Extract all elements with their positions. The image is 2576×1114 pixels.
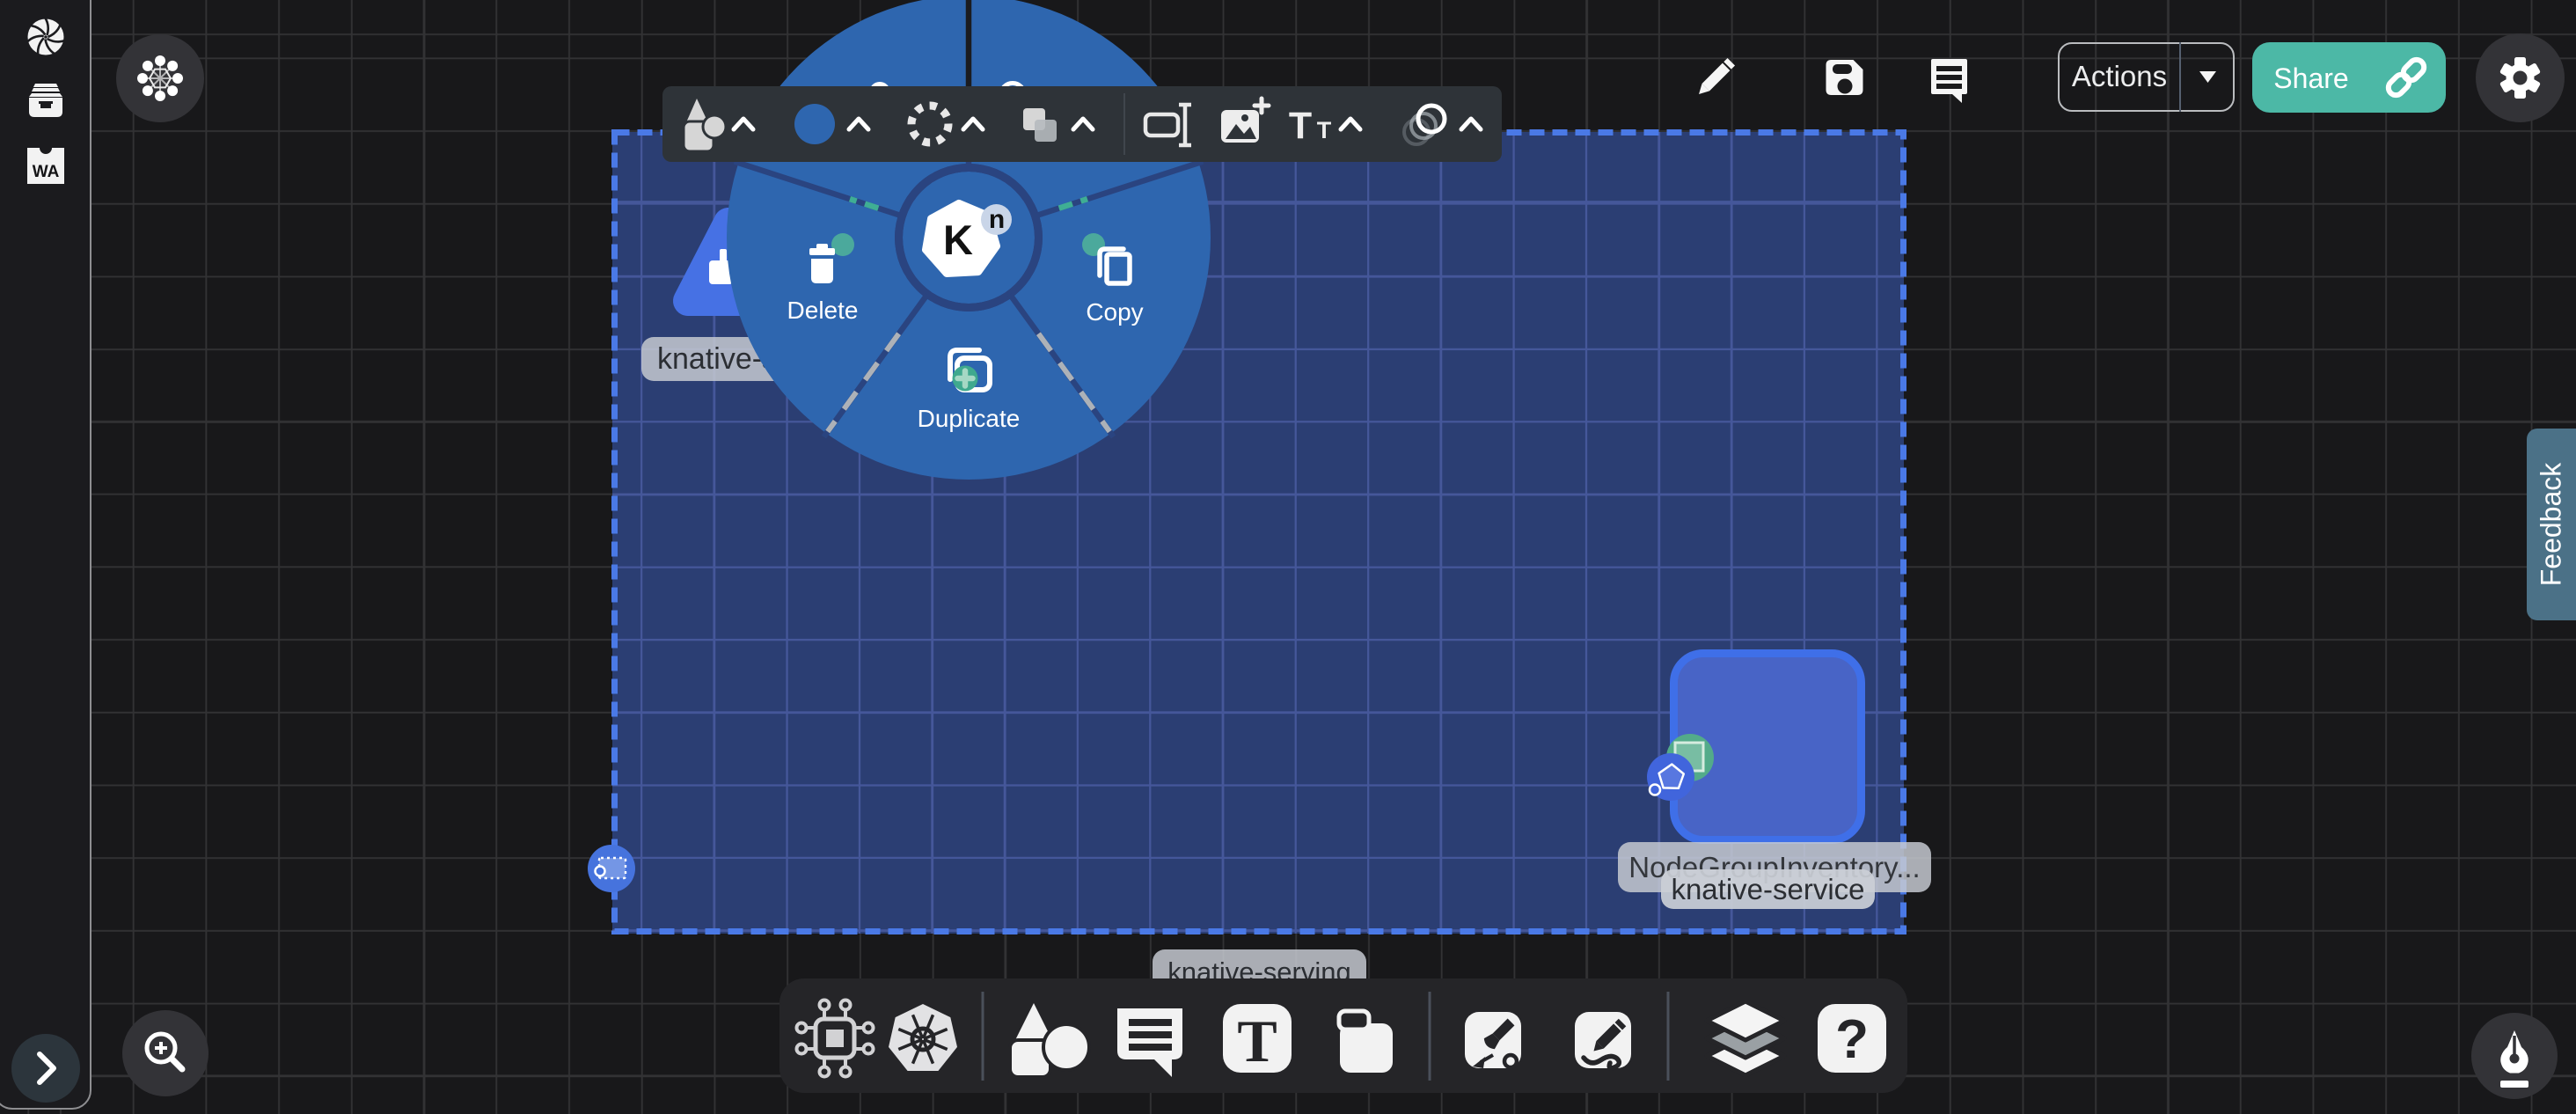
svg-text:Actions: Actions (2072, 60, 2167, 92)
svg-text:Duplicate: Duplicate (918, 405, 1021, 432)
svg-text:n: n (989, 205, 1005, 234)
svg-text:T: T (1289, 105, 1312, 147)
svg-text:Copy: Copy (1086, 298, 1143, 326)
svg-text:Share: Share (2273, 62, 2348, 94)
svg-text:Delete: Delete (787, 297, 859, 324)
svg-text:WA: WA (33, 163, 60, 181)
svg-text:K: K (943, 216, 973, 263)
svg-text:T: T (1237, 1008, 1277, 1074)
svg-text:T: T (1317, 117, 1332, 143)
svg-text:?: ? (1835, 1009, 1869, 1070)
